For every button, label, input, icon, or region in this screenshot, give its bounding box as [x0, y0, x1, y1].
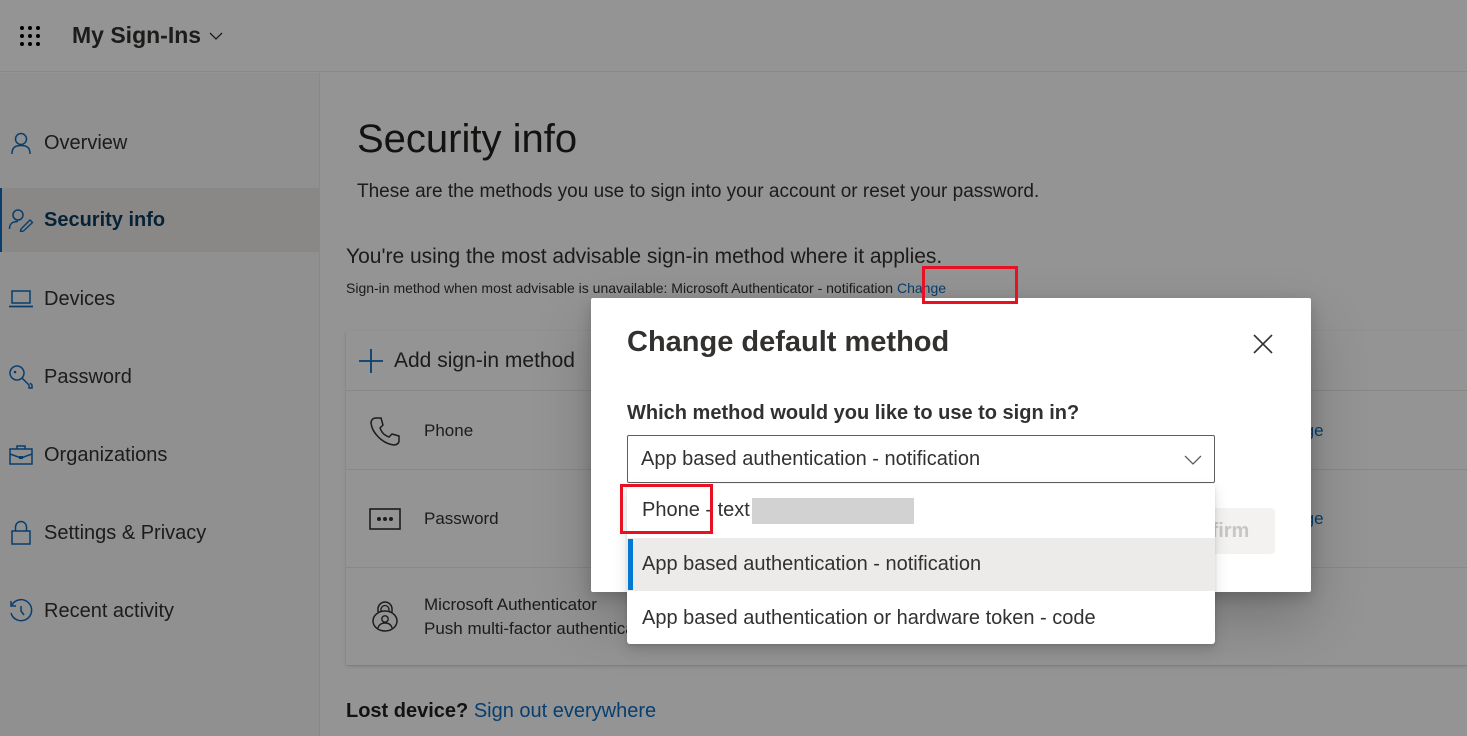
app-root: My Sign-Ins Overview Security info Devic… — [0, 0, 1467, 736]
redacted-phone-number — [751, 497, 914, 524]
method-question-label: Which method would you like to use to si… — [627, 402, 1080, 424]
option-phone-text[interactable]: Phone - text — [627, 484, 1215, 537]
dialog-title: Change default method — [627, 326, 950, 358]
close-icon[interactable] — [1251, 332, 1275, 356]
method-select-dropdown[interactable]: App based authentication - notification — [627, 435, 1215, 483]
option-label: Phone - text — [642, 499, 750, 521]
chevron-down-icon — [1184, 455, 1202, 465]
method-options-listbox: Phone - text App based authentication - … — [627, 484, 1215, 644]
option-app-notification[interactable]: App based authentication - notification — [627, 538, 1215, 591]
option-label: App based authentication - notification — [642, 553, 982, 575]
option-label: App based authentication or hardware tok… — [642, 607, 1096, 629]
method-select-value: App based authentication - notification — [641, 447, 981, 470]
option-app-or-hardware-token-code[interactable]: App based authentication or hardware tok… — [627, 592, 1215, 645]
